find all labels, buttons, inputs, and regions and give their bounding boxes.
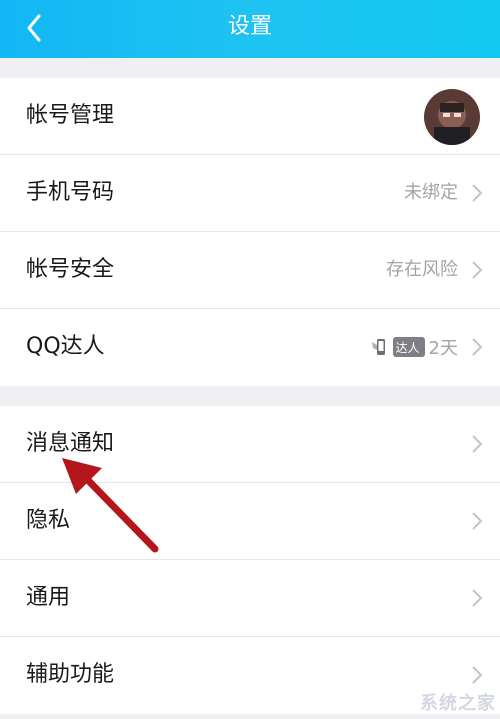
expert-badge: 达人 bbox=[392, 337, 425, 357]
chevron-right-icon bbox=[472, 338, 483, 356]
row-value: 存在风险 bbox=[386, 259, 458, 280]
general-settings-group: 消息通知 隐私 通用 辅助功能 bbox=[0, 406, 500, 714]
account-settings-group: 帐号管理 手机号码 未绑定 帐号安全 存在风险 QQ达人 达人 2天 bbox=[0, 78, 500, 386]
privacy-row[interactable]: 隐私 bbox=[0, 483, 500, 560]
chevron-right-icon bbox=[472, 184, 483, 202]
top-navigation-bar: 设置 bbox=[0, 0, 500, 58]
row-value: 2天 bbox=[428, 338, 458, 359]
row-value: 未绑定 bbox=[404, 182, 458, 203]
qq-expert-row[interactable]: QQ达人 达人 2天 bbox=[0, 309, 500, 386]
chevron-right-icon bbox=[472, 435, 483, 453]
row-label: 帐号管理 bbox=[26, 103, 115, 128]
page-title: 设置 bbox=[227, 14, 272, 39]
chevron-right-icon bbox=[472, 589, 483, 607]
row-label: 帐号安全 bbox=[26, 257, 115, 282]
row-label: QQ达人 bbox=[26, 334, 105, 359]
row-label: 辅助功能 bbox=[26, 662, 115, 687]
row-label: 消息通知 bbox=[26, 431, 115, 456]
chevron-right-icon bbox=[472, 512, 483, 530]
row-label: 手机号码 bbox=[26, 180, 115, 205]
winged-phone-icon bbox=[371, 339, 385, 355]
avatar bbox=[424, 89, 480, 145]
account-security-row[interactable]: 帐号安全 存在风险 bbox=[0, 232, 500, 309]
general-row[interactable]: 通用 bbox=[0, 560, 500, 637]
account-management-row[interactable]: 帐号管理 bbox=[0, 78, 500, 155]
chevron-right-icon bbox=[472, 261, 483, 279]
row-label: 通用 bbox=[26, 585, 71, 610]
row-label: 隐私 bbox=[26, 508, 71, 533]
message-notification-row[interactable]: 消息通知 bbox=[0, 406, 500, 483]
chevron-right-icon bbox=[472, 666, 483, 684]
phone-number-row[interactable]: 手机号码 未绑定 bbox=[0, 155, 500, 232]
watermark-logo: 系统之家 bbox=[420, 693, 496, 714]
expert-status: 达人 2天 bbox=[371, 309, 458, 385]
